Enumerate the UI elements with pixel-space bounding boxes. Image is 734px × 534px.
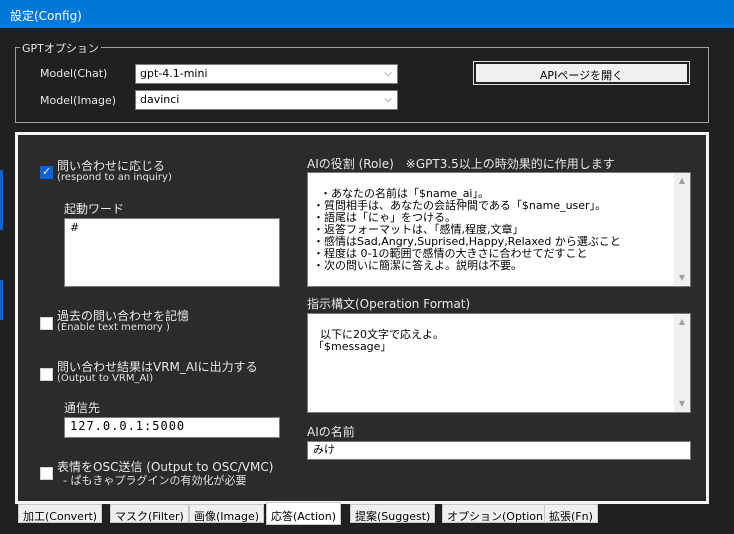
- chevron-down-icon[interactable]: ⌵: [384, 94, 392, 105]
- ai-name-value: みけ: [313, 443, 335, 456]
- tab-option[interactable]: オプション(Option): [442, 504, 553, 523]
- output-vrm-sublabel: (Output to VRM_AI): [57, 373, 154, 384]
- model-image-label: Model(Image): [40, 94, 117, 107]
- scroll-down-icon[interactable]: ▼: [674, 398, 690, 410]
- left-edge-accent: [0, 280, 3, 320]
- ai-name-label: AIの名前: [307, 425, 355, 439]
- trigger-word-value: #: [70, 221, 80, 234]
- operation-format-label: 指示構文(Operation Format): [307, 297, 471, 311]
- open-api-page-button[interactable]: APIページを開く: [473, 61, 690, 85]
- gpt-options-group: GPTオプション: [15, 40, 709, 123]
- endpoint-label: 通信先: [64, 401, 101, 415]
- model-chat-label: Model(Chat): [40, 67, 108, 80]
- output-vrm-checkbox[interactable]: [40, 368, 53, 381]
- operation-format-textarea[interactable]: 以下に20文字で応えよ。 「$message」 ▲ ▼: [307, 313, 691, 413]
- role-text: ・あなたの名前は「$name_ai」。 ・質問相手は、あなたの会話仲間である「$…: [313, 187, 621, 272]
- tab-convert[interactable]: 加工(Convert): [18, 504, 103, 523]
- tab-action[interactable]: 応答(Action): [266, 502, 342, 525]
- text-memory-sublabel: (Enable text memory ): [57, 322, 170, 333]
- role-textarea[interactable]: ・あなたの名前は「$name_ai」。 ・質問相手は、あなたの会話仲間である「$…: [307, 172, 691, 287]
- format-scrollbar[interactable]: ▲ ▼: [674, 314, 690, 412]
- trigger-word-label: 起動ワード: [64, 202, 125, 216]
- trigger-word-input[interactable]: #: [64, 218, 280, 287]
- window-titlebar[interactable]: 設定(Config): [0, 0, 734, 28]
- gpt-options-legend: GPTオプション: [20, 40, 101, 56]
- endpoint-input[interactable]: 127.0.0.1:5000: [64, 417, 280, 438]
- osc-output-sublabel: - ぱもきゃプラグインの有効化が必要: [63, 474, 247, 487]
- ai-name-input[interactable]: みけ: [307, 441, 691, 460]
- model-image-value: davinci: [140, 93, 180, 106]
- role-label: AIの役割 (Role) ※GPT3.5以上の時効果的に作用します: [307, 157, 615, 171]
- operation-format-text: 以下に20文字で応えよ。 「$message」: [313, 328, 444, 353]
- osc-output-checkbox[interactable]: [40, 467, 53, 480]
- tab-strip: 加工(Convert) マスク(Filter) 画像(Image) 応答(Act…: [15, 502, 615, 526]
- tab-filter[interactable]: マスク(Filter): [110, 504, 189, 523]
- text-memory-checkbox[interactable]: [40, 317, 53, 330]
- scroll-up-icon[interactable]: ▲: [674, 175, 690, 187]
- model-image-select[interactable]: davinci ⌵: [135, 90, 398, 110]
- model-chat-value: gpt-4.1-mini: [140, 67, 208, 80]
- respond-checkbox[interactable]: [40, 165, 53, 179]
- window-title: 設定(Config): [10, 9, 82, 23]
- chevron-down-icon[interactable]: ⌵: [384, 68, 392, 79]
- model-chat-select[interactable]: gpt-4.1-mini ⌵: [135, 64, 398, 84]
- scroll-up-icon[interactable]: ▲: [674, 316, 690, 328]
- endpoint-value: 127.0.0.1:5000: [70, 419, 186, 433]
- tab-fn[interactable]: 拡張(Fn): [544, 504, 598, 523]
- tab-suggest[interactable]: 提案(Suggest): [350, 504, 436, 523]
- scroll-down-icon[interactable]: ▼: [674, 272, 690, 284]
- role-scrollbar[interactable]: ▲ ▼: [674, 173, 690, 286]
- left-edge-accent: [0, 170, 3, 230]
- respond-sublabel: (respond to an inquiry): [57, 172, 172, 183]
- tab-image[interactable]: 画像(Image): [189, 504, 265, 523]
